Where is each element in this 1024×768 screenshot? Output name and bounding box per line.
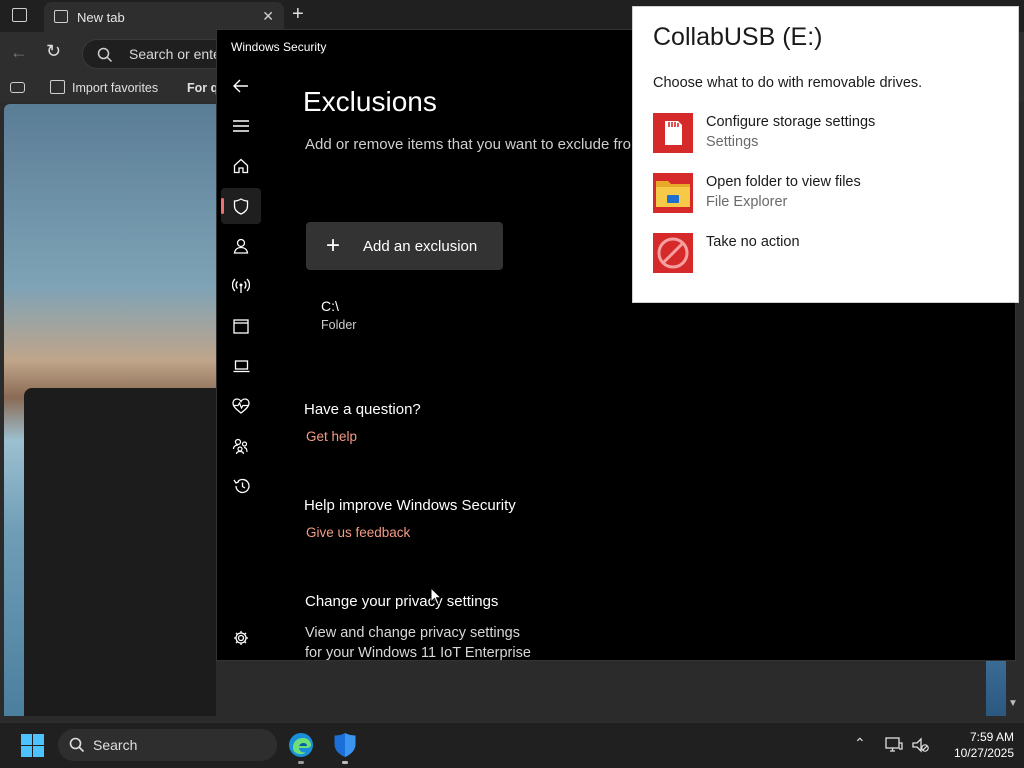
question-heading: Have a question?: [304, 401, 421, 418]
security-running-indicator: [342, 761, 348, 764]
add-exclusion-label: Add an exclusion: [363, 238, 478, 255]
no-action-icon: [653, 233, 693, 273]
clock-date: 10/27/2025: [953, 746, 1014, 760]
tab-actions-icon[interactable]: [12, 8, 27, 22]
hamburger-icon: [233, 120, 249, 132]
improve-heading: Help improve Windows Security: [304, 497, 516, 514]
nav-settings[interactable]: [221, 620, 261, 656]
sd-card-icon: [653, 113, 693, 153]
new-tab-favicon-icon: [54, 10, 68, 23]
plus-icon: +: [326, 232, 341, 259]
app-window-icon: [233, 318, 249, 334]
usb-device-icon[interactable]: [885, 737, 903, 753]
option-open-folder[interactable]: Open folder to view files File Explorer: [653, 173, 1003, 215]
autoplay-subtitle: Choose what to do with removable drives.: [653, 75, 923, 91]
search-icon: [69, 737, 85, 753]
page-description: Add or remove items that you want to exc…: [305, 136, 631, 153]
import-icon: [50, 80, 65, 94]
nav-device-health[interactable]: [221, 388, 261, 424]
history-icon: [232, 478, 250, 494]
nav-family-options[interactable]: [221, 428, 261, 464]
folder-icon: [653, 173, 693, 213]
family-icon: [232, 438, 248, 454]
tab-title: New tab: [77, 10, 125, 25]
nav-account-protection[interactable]: [221, 228, 261, 264]
nav-protection-history[interactable]: [221, 468, 261, 504]
autoplay-title: CollabUSB (E:): [653, 23, 823, 51]
nav-firewall[interactable]: [221, 268, 261, 304]
refresh-icon[interactable]: ↻: [46, 41, 61, 62]
tab-new-tab[interactable]: New tab ✕: [44, 2, 284, 32]
menu-button[interactable]: [221, 108, 261, 144]
import-favorites-link[interactable]: Import favorites: [72, 81, 158, 95]
option-label: Open folder to view files: [706, 174, 861, 190]
search-icon: [97, 47, 113, 63]
feedback-link[interactable]: Give us feedback: [306, 525, 410, 540]
shield-icon: [233, 197, 249, 215]
option-label: Configure storage settings: [706, 114, 876, 130]
favorites-link[interactable]: For q: [187, 81, 218, 95]
gear-icon: [234, 631, 248, 645]
new-tab-plus-icon[interactable]: +: [292, 3, 304, 26]
taskbar-search-label: Search: [93, 737, 138, 753]
scroll-down-arrow-icon[interactable]: ▼: [1008, 698, 1018, 709]
edge-browser-icon[interactable]: [288, 732, 314, 758]
option-configure-storage[interactable]: Configure storage settings Settings: [653, 113, 1003, 155]
option-take-no-action[interactable]: Take no action: [653, 233, 1003, 275]
nav-rail: [217, 66, 265, 660]
clock-time: 7:59 AM: [969, 730, 1014, 744]
start-windows-icon[interactable]: [21, 734, 44, 757]
laptop-icon: [233, 359, 249, 372]
privacy-heading: Change your privacy settings: [305, 593, 499, 610]
nav-device-security[interactable]: [221, 348, 261, 384]
add-exclusion-button[interactable]: + Add an exclusion: [306, 222, 503, 270]
option-sublabel: Settings: [706, 134, 759, 150]
person-icon: [233, 238, 249, 254]
get-help-link[interactable]: Get help: [306, 429, 357, 444]
taskbar-search-box[interactable]: Search: [58, 729, 277, 761]
system-clock[interactable]: 7:59 AM 10/27/2025: [936, 729, 1014, 761]
network-muted-icon[interactable]: [911, 737, 929, 753]
privacy-text-line1: View and change privacy settings: [305, 625, 520, 641]
chevron-up-icon[interactable]: ⌃: [854, 735, 866, 752]
nav-virus-protection[interactable]: [221, 188, 261, 224]
option-label: Take no action: [706, 234, 800, 250]
back-arrow-icon[interactable]: ←: [10, 42, 28, 63]
back-arrow-icon: [233, 79, 248, 93]
nav-app-browser-control[interactable]: [221, 308, 261, 344]
autoplay-toast: CollabUSB (E:) Choose what to do with re…: [632, 6, 1019, 303]
taskbar: Search ⌃ 7:59 AM 10/27/2025: [0, 722, 1024, 768]
address-placeholder: Search or ente: [129, 46, 221, 62]
new-tab-card: [24, 388, 216, 716]
wallpaper-edge: [986, 660, 1006, 716]
back-button[interactable]: [221, 68, 261, 104]
mouse-cursor-icon: [430, 587, 442, 606]
option-sublabel: File Explorer: [706, 194, 788, 210]
exclusion-path: C:\: [321, 298, 339, 314]
privacy-text-line2: for your Windows 11 IoT Enterprise: [305, 645, 531, 661]
nav-home[interactable]: [221, 148, 261, 184]
windows-security-shield-icon[interactable]: [333, 732, 357, 758]
tab-close-icon[interactable]: ✕: [262, 8, 274, 25]
exclusion-type: Folder: [321, 318, 357, 332]
page-title: Exclusions: [303, 86, 437, 117]
favorites-toggle-icon[interactable]: [10, 82, 25, 93]
edge-running-indicator: [298, 761, 304, 764]
wireless-icon: [232, 278, 250, 293]
heart-pulse-icon: [232, 398, 250, 414]
home-icon: [233, 158, 249, 174]
exclusion-item[interactable]: C:\ Folder: [321, 298, 521, 338]
